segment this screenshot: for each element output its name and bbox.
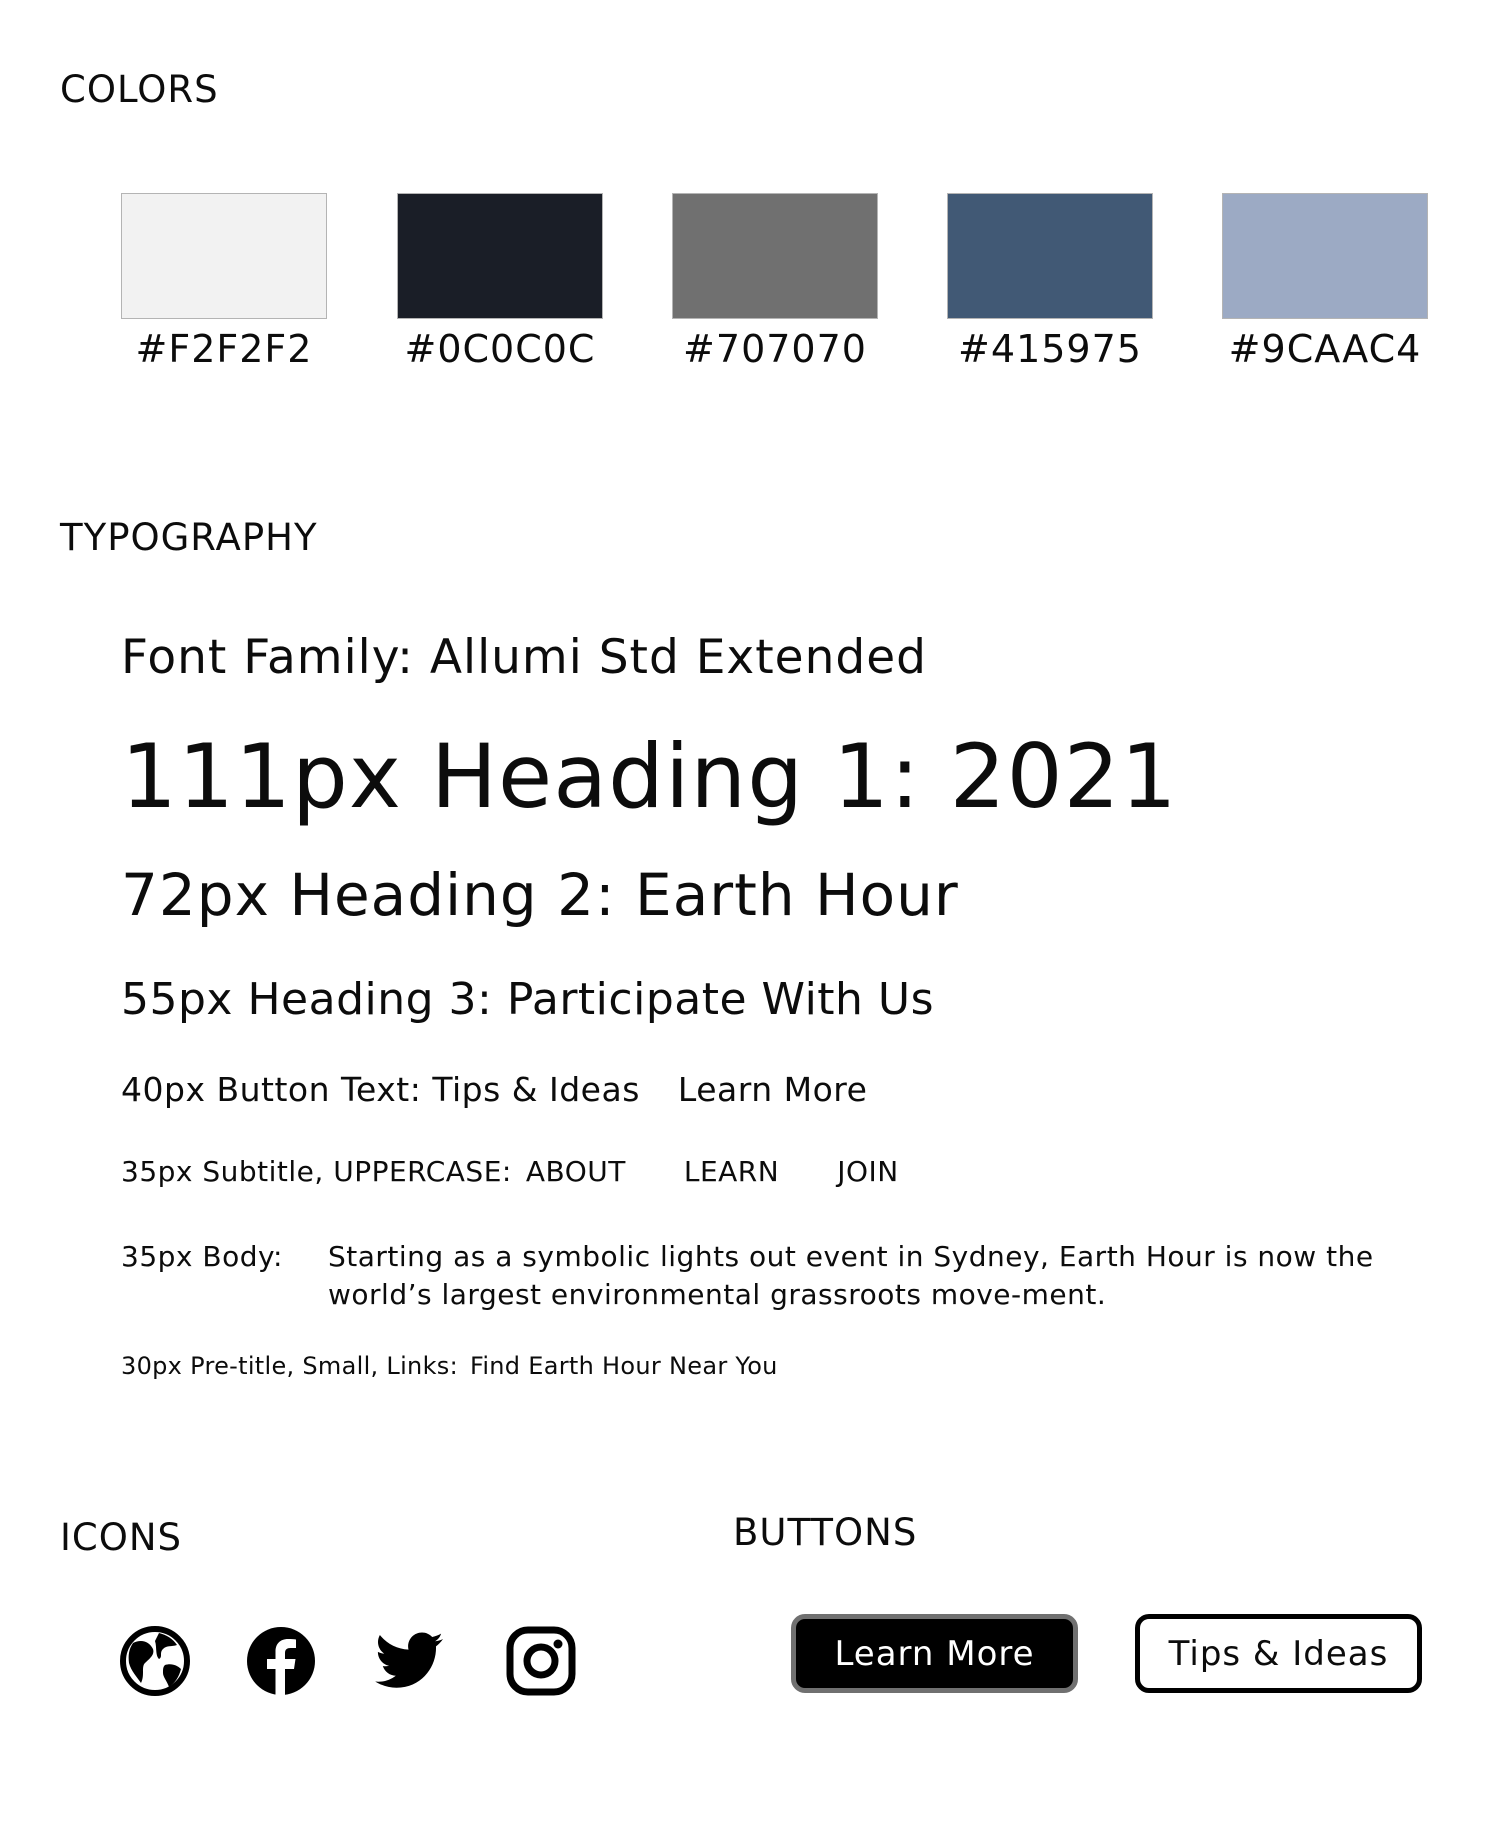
colors-section-title: COLORS bbox=[60, 68, 219, 111]
body-text: Starting as a symbolic lights out event … bbox=[328, 1240, 1374, 1311]
pretitle-sample: 30px Pre-title, Small, Links: Find Earth … bbox=[121, 1354, 778, 1378]
color-label-415975: #415975 bbox=[958, 327, 1142, 371]
facebook-icon[interactable] bbox=[245, 1625, 317, 1697]
color-label-0c0c0c: #0C0C0C bbox=[404, 327, 596, 371]
tips-and-ideas-button[interactable]: Tips & Ideas bbox=[1135, 1614, 1422, 1693]
subtitle-example-about: ABOUT bbox=[525, 1155, 626, 1188]
heading-2-sample: 72px Heading 2: Earth Hour bbox=[121, 861, 959, 929]
buttons-section-title: BUTTONS bbox=[733, 1511, 918, 1554]
twitter-icon[interactable] bbox=[373, 1625, 445, 1697]
body-label: 35px Body: bbox=[121, 1240, 283, 1273]
subtitle-label: 35px Subtitle, UPPERCASE: bbox=[121, 1155, 512, 1188]
learn-more-button[interactable]: Learn More bbox=[791, 1614, 1078, 1693]
color-swatch-f2f2f2 bbox=[121, 193, 327, 319]
button-text-label: 40px Button Text: Tips & Ideas bbox=[121, 1070, 640, 1109]
pretitle-label: 30px Pre-title, Small, Links: bbox=[121, 1352, 458, 1380]
icons-section-title: ICONS bbox=[60, 1516, 183, 1559]
heading-3-sample: 55px Heading 3: Participate With Us bbox=[121, 974, 935, 1025]
color-swatch-707070 bbox=[672, 193, 878, 319]
typography-section-title: TYPOGRAPHY bbox=[60, 516, 318, 559]
subtitle-example-learn: LEARN bbox=[683, 1155, 780, 1188]
color-label-f2f2f2: #F2F2F2 bbox=[135, 327, 313, 371]
color-label-707070: #707070 bbox=[683, 327, 867, 371]
pretitle-example-link[interactable]: Find Earth Hour Near You bbox=[470, 1352, 778, 1380]
color-swatch-415975 bbox=[947, 193, 1153, 319]
button-text-example: Learn More bbox=[677, 1070, 868, 1109]
heading-1-sample: 111px Heading 1: 2021 bbox=[121, 725, 1178, 828]
subtitle-sample: 35px Subtitle, UPPERCASE: ABOUT LEARN JOIN bbox=[121, 1158, 899, 1186]
globe-icon[interactable] bbox=[119, 1625, 191, 1697]
instagram-icon[interactable] bbox=[505, 1625, 577, 1697]
subtitle-example-join: JOIN bbox=[837, 1155, 899, 1188]
color-label-9caac4: #9CAAC4 bbox=[1228, 327, 1422, 371]
color-swatch-9caac4 bbox=[1222, 193, 1428, 319]
font-family-sample: Font Family: Allumi Std Extended bbox=[121, 630, 927, 685]
button-text-sample: 40px Button Text: Tips & Ideas Learn More bbox=[121, 1073, 867, 1106]
color-swatch-0c0c0c bbox=[397, 193, 603, 319]
